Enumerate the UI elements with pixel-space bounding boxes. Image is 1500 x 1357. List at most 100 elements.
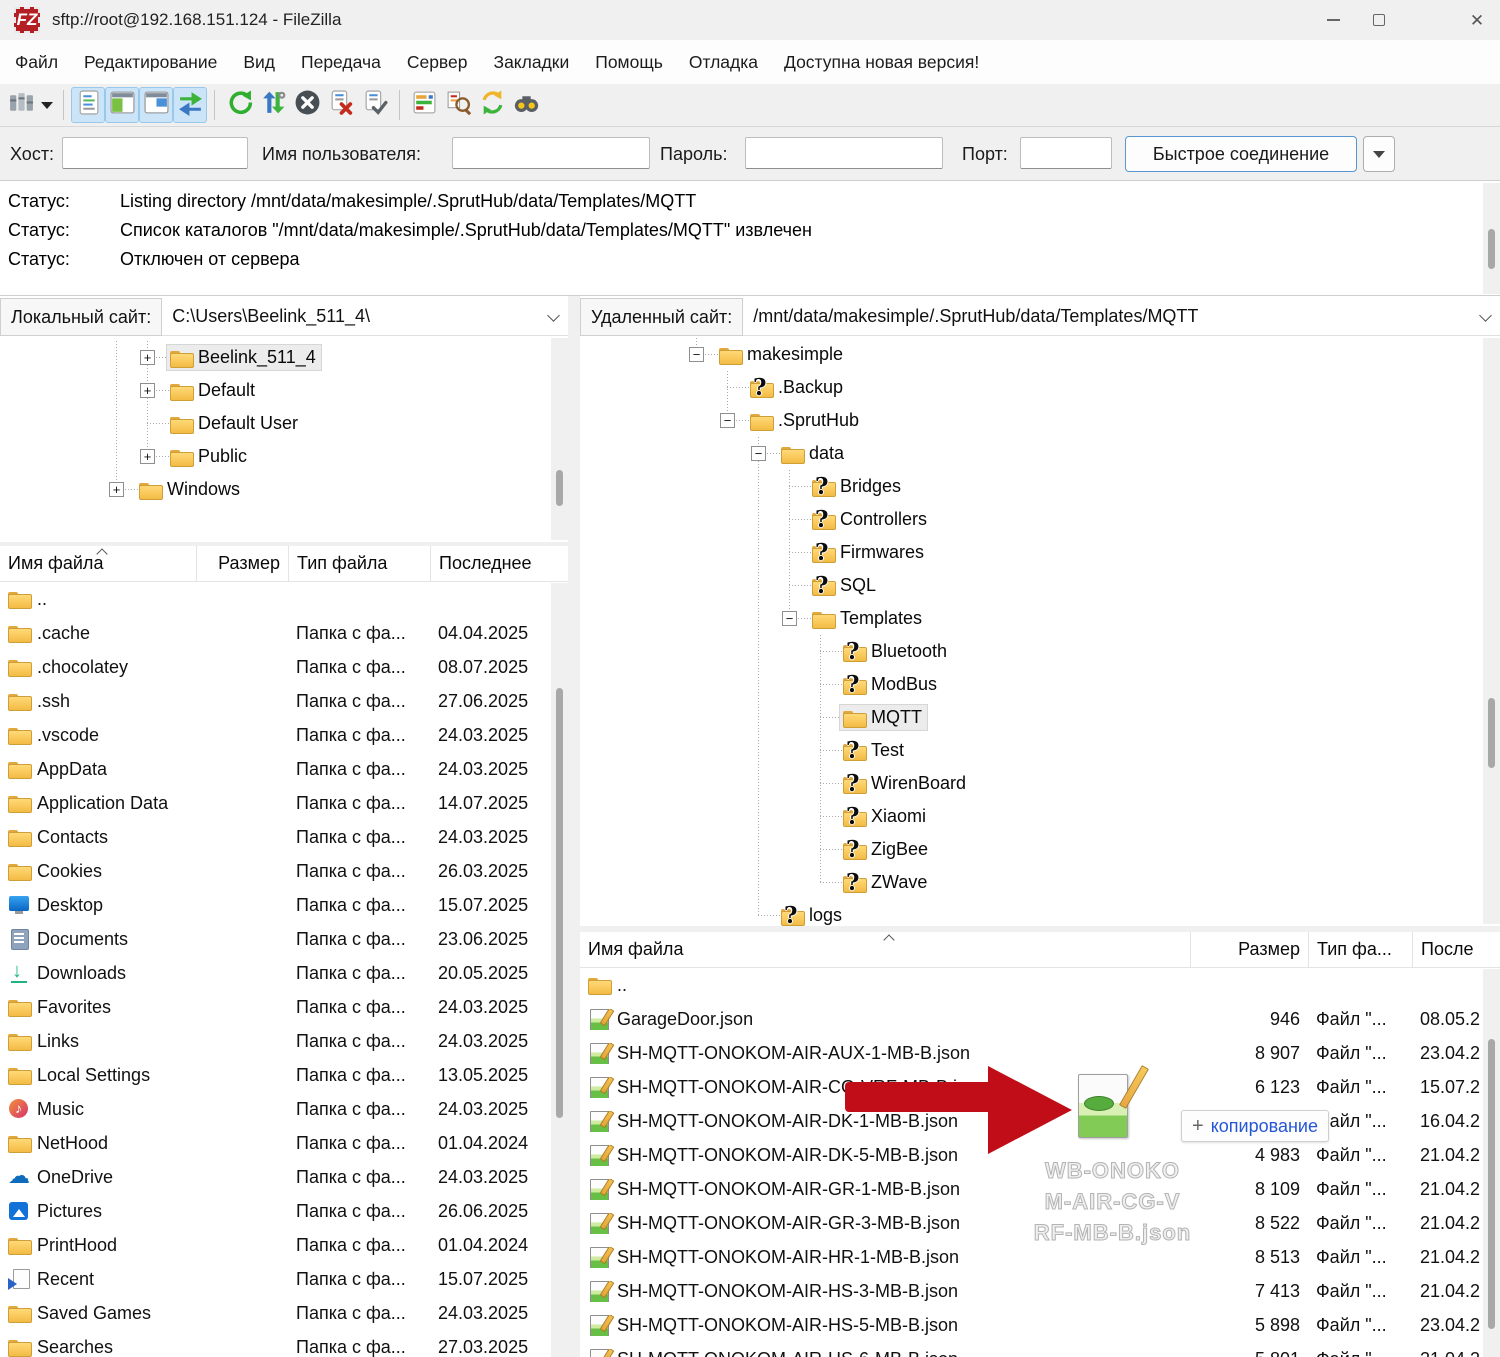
toolbar-button-site-manager[interactable] (4, 87, 38, 123)
menu-item-5[interactable]: Сервер (394, 46, 481, 79)
menu-item-4[interactable]: Передача (288, 46, 394, 79)
file-row[interactable]: .. (580, 968, 1500, 1002)
file-row[interactable]: MusicПапка с фа...24.03.2025 (0, 1092, 568, 1126)
file-row[interactable]: LinksПапка с фа...24.03.2025 (0, 1024, 568, 1058)
tree-item-modbus[interactable]: ?ModBus (580, 668, 1500, 701)
file-row[interactable]: .sshПапка с фа...27.06.2025 (0, 684, 568, 718)
toolbar-button-refresh[interactable] (222, 87, 256, 123)
tree-item-windows[interactable]: +Windows (0, 473, 568, 506)
menu-item-6[interactable]: Закладки (481, 46, 583, 79)
maximize-button[interactable] (1356, 0, 1402, 40)
file-row[interactable]: .. (0, 582, 568, 616)
tree-item-zwave[interactable]: ?ZWave (580, 866, 1500, 899)
file-row[interactable]: .vscodeПапка с фа...24.03.2025 (0, 718, 568, 752)
expand-expander-icon[interactable]: + (109, 482, 124, 497)
quickconnect-dropdown-button[interactable] (1363, 136, 1395, 172)
tree-item--spruthub[interactable]: −.SprutHub (580, 404, 1500, 437)
tree-item-public[interactable]: +Public (0, 440, 568, 473)
status-log-scrollbar[interactable] (1483, 183, 1500, 294)
file-row[interactable]: AppDataПапка с фа...24.03.2025 (0, 752, 568, 786)
file-row[interactable]: .chocolateyПапка с фа...08.07.2025 (0, 650, 568, 684)
tree-item-zigbee[interactable]: ?ZigBee (580, 833, 1500, 866)
menu-item-1[interactable]: Файл (2, 46, 71, 79)
collapse-expander-icon[interactable]: − (782, 611, 797, 626)
tree-item-bridges[interactable]: ?Bridges (580, 470, 1500, 503)
file-row[interactable]: OneDriveПапка с фа...24.03.2025 (0, 1160, 568, 1194)
file-row[interactable]: PrintHoodПапка с фа...01.04.2024 (0, 1228, 568, 1262)
toolbar-button-toggle-local-tree[interactable] (105, 87, 139, 123)
quickconnect-button[interactable]: Быстрое соединение (1125, 136, 1357, 172)
expand-expander-icon[interactable]: + (140, 449, 155, 464)
expand-expander-icon[interactable]: + (140, 350, 155, 365)
tree-item-wirenboard[interactable]: ?WirenBoard (580, 767, 1500, 800)
username-input[interactable] (452, 137, 650, 169)
file-row[interactable]: SearchesПапка с фа...27.03.2025 (0, 1330, 568, 1357)
file-row[interactable]: Saved GamesПапка с фа...24.03.2025 (0, 1296, 568, 1330)
file-row[interactable]: SH-MQTT-ONOKOM-AIR-AUX-1-MB-B.json8 907Ф… (580, 1036, 1500, 1070)
remote-list-scrollbar[interactable] (1483, 969, 1500, 1357)
file-row[interactable]: SH-MQTT-ONOKOM-AIR-HS-3-MB-B.json7 413Фа… (580, 1274, 1500, 1308)
toolbar-button-disconnect[interactable] (324, 87, 358, 123)
tree-item-xiaomi[interactable]: ?Xiaomi (580, 800, 1500, 833)
toolbar-button-toggle-remote-tree[interactable] (139, 87, 173, 123)
column-header-3[interactable]: Тип фа... (1308, 932, 1412, 967)
file-row[interactable]: Application DataПапка с фа...14.07.2025 (0, 786, 568, 820)
file-row[interactable]: DesktopПапка с фа...15.07.2025 (0, 888, 568, 922)
tree-item-default-user[interactable]: Default User (0, 407, 568, 440)
tree-item-bluetooth[interactable]: ?Bluetooth (580, 635, 1500, 668)
collapse-expander-icon[interactable]: − (751, 446, 766, 461)
tree-item-beelink-511-4[interactable]: +Beelink_511_4 (0, 341, 568, 374)
toolbar-button-compare[interactable] (441, 87, 475, 123)
column-header-2[interactable]: Размер (1190, 932, 1308, 967)
file-row[interactable]: PicturesПапка с фа...26.06.2025 (0, 1194, 568, 1228)
file-row[interactable]: .cacheПапка с фа...04.04.2025 (0, 616, 568, 650)
remote-path-combobox[interactable]: /mnt/data/makesimple/.SprutHub/data/Temp… (743, 298, 1500, 335)
toolbar-button-cancel[interactable] (290, 87, 324, 123)
column-header-3[interactable]: Тип файла (288, 546, 430, 581)
column-header-4[interactable]: Последнее (430, 546, 568, 581)
tree-item-templates[interactable]: −Templates (580, 602, 1500, 635)
file-row[interactable]: CookiesПапка с фа...26.03.2025 (0, 854, 568, 888)
host-input[interactable] (62, 137, 248, 169)
menu-item-2[interactable]: Редактирование (71, 46, 230, 79)
file-row[interactable]: SH-MQTT-ONOKOM-AIR-HS-6-MB-B.json5 801Фа… (580, 1342, 1500, 1357)
local-path-combobox[interactable]: C:\Users\Beelink_511_4\ (162, 298, 568, 335)
menu-item-7[interactable]: Помощь (582, 46, 676, 79)
panel-splitter[interactable] (568, 296, 580, 1357)
toolbar-button-find[interactable] (509, 87, 543, 123)
expand-expander-icon[interactable]: + (140, 383, 155, 398)
file-row[interactable]: Local SettingsПапка с фа...13.05.2025 (0, 1058, 568, 1092)
column-header-2[interactable]: Размер (196, 546, 288, 581)
file-row[interactable]: GarageDoor.json946Файл "...08.05.2 (580, 1002, 1500, 1036)
tree-item--backup[interactable]: ?.Backup (580, 371, 1500, 404)
file-row[interactable]: SH-MQTT-ONOKOM-AIR-HS-5-MB-B.json5 898Фа… (580, 1308, 1500, 1342)
menu-item-9[interactable]: Доступна новая версия! (771, 46, 992, 79)
file-row[interactable]: FavoritesПапка с фа...24.03.2025 (0, 990, 568, 1024)
tree-item-controllers[interactable]: ?Controllers (580, 503, 1500, 536)
file-row[interactable]: DownloadsПапка с фа...20.05.2025 (0, 956, 568, 990)
toolbar-button-synchronized-browsing[interactable] (475, 87, 509, 123)
tree-item-test[interactable]: ?Test (580, 734, 1500, 767)
tree-item-firmwares[interactable]: ?Firmwares (580, 536, 1500, 569)
tree-item-logs[interactable]: ?logs (580, 899, 1500, 926)
menu-item-8[interactable]: Отладка (676, 46, 771, 79)
local-list-scrollbar[interactable] (551, 583, 568, 1357)
file-row[interactable]: NetHoodПапка с фа...01.04.2024 (0, 1126, 568, 1160)
collapse-expander-icon[interactable]: − (720, 413, 735, 428)
file-row[interactable]: DocumentsПапка с фа...23.06.2025 (0, 922, 568, 956)
toolbar-button-filter[interactable] (407, 87, 441, 123)
column-header-4[interactable]: После (1412, 932, 1500, 967)
tree-item-sql[interactable]: ?SQL (580, 569, 1500, 602)
toolbar-button-process-queue[interactable] (256, 87, 290, 123)
tree-item-mqtt[interactable]: MQTT (580, 701, 1500, 734)
tree-item-default[interactable]: +Default (0, 374, 568, 407)
tree-item-data[interactable]: −data (580, 437, 1500, 470)
port-input[interactable] (1020, 137, 1112, 169)
remote-tree-scrollbar[interactable] (1483, 338, 1500, 924)
tree-item-makesimple[interactable]: −makesimple (580, 338, 1500, 371)
toolbar-button-toggle-log[interactable] (71, 87, 105, 123)
password-input[interactable] (745, 137, 943, 169)
minimize-button[interactable] (1310, 0, 1356, 40)
site-manager-dropdown[interactable] (38, 87, 56, 123)
collapse-expander-icon[interactable]: − (689, 347, 704, 362)
